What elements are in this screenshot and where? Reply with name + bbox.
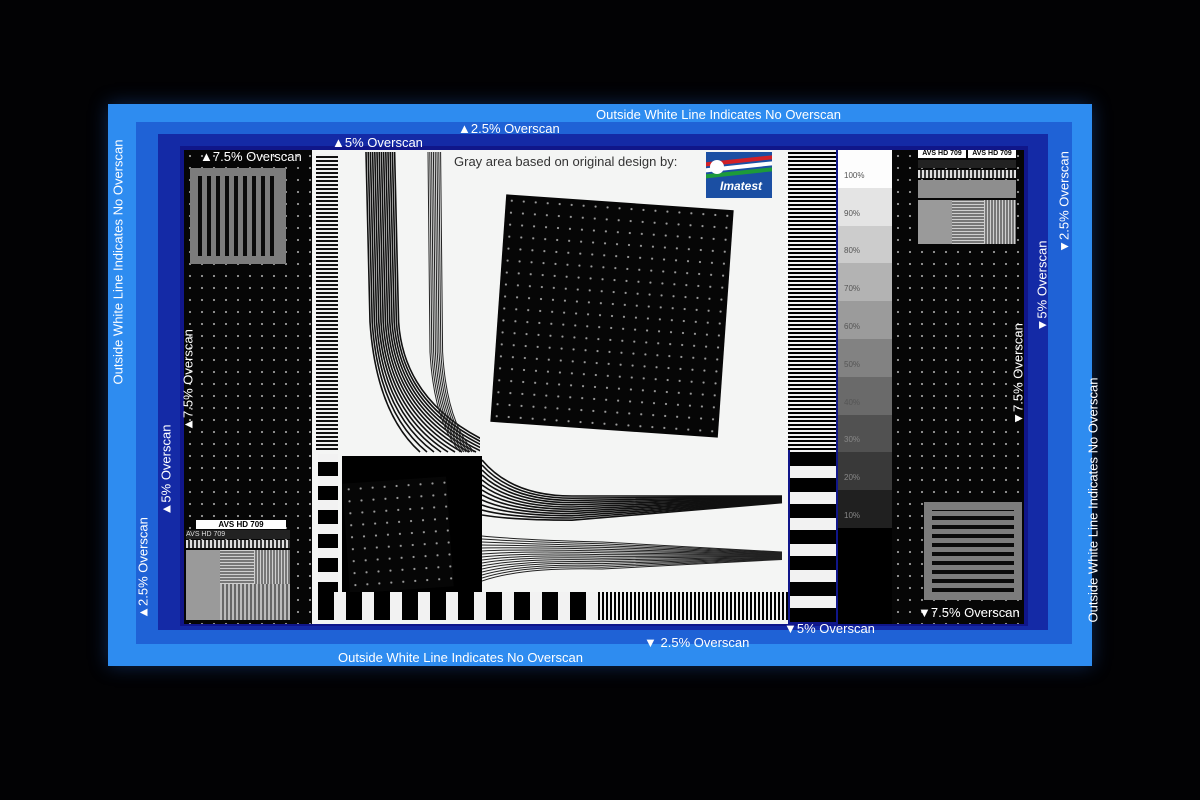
horizontal-fan-pattern: [482, 459, 783, 582]
gray-step: 80%: [838, 225, 892, 265]
gray-step-label: 70%: [844, 284, 861, 294]
overscan-2-5-top: ▲2.5% Overscan: [458, 121, 560, 136]
gray-step-label: 80%: [844, 246, 861, 256]
gray-step-label: 50%: [844, 359, 861, 369]
gray-step: 20%: [838, 452, 892, 492]
left-frequency-strip: [316, 154, 338, 450]
overscan-2-5-right: ▼2.5% Overscan: [1056, 151, 1072, 253]
rotated-dot-square: [490, 194, 734, 438]
fan-line: [482, 459, 782, 497]
no-overscan-label-right: Outside White Line Indicates No Overscan: [1085, 377, 1101, 623]
imatest-logo: Imatest: [706, 152, 772, 198]
avs-tag: AVS HD 709: [196, 520, 286, 529]
gray-step: 30%: [838, 414, 892, 454]
overscan-5-top: ▲5% Overscan: [332, 135, 423, 150]
avs-sharpness-block-right: AVS HD 709 AVS HD 709: [914, 150, 1020, 248]
overscan-5-bottom: ▼5% Overscan: [784, 621, 875, 636]
gray-step: 60%: [838, 301, 892, 340]
right-frequency-strip: [788, 150, 836, 450]
no-overscan-label-bottom: Outside White Line Indicates No Overscan: [338, 650, 583, 665]
avs-tag: AVS HD 709: [918, 150, 966, 158]
fan-line: [482, 464, 783, 500]
gray-step: 100%: [838, 150, 892, 189]
vertical-bar-target: [190, 168, 286, 264]
overscan-5-right: ▼5% Overscan: [1034, 240, 1050, 332]
horizontal-bar-target: [924, 502, 1022, 600]
gray-step: 10%: [838, 490, 892, 529]
gray-step-label: 40%: [844, 397, 861, 407]
overscan-5-left: ▲5% Overscan: [158, 424, 174, 516]
gray-step: 90%: [838, 187, 892, 227]
gray-step-label: 60%: [844, 322, 861, 332]
overscan-7-5-left: ▲7.5% Overscan: [180, 329, 196, 431]
credit-text: Gray area based on original design by:: [454, 154, 678, 169]
gray-step-label: 30%: [844, 435, 861, 445]
gray-step: 70%: [838, 263, 892, 303]
vertical-fan-pattern: [365, 152, 480, 453]
gray-step: 50%: [838, 339, 892, 378]
overscan-7-5-bottom: ▼7.5% Overscan: [918, 605, 1020, 620]
overscan-7-5-right: ▼7.5% Overscan: [1010, 323, 1026, 425]
gray-step-label: 20%: [844, 473, 861, 483]
no-overscan-label-top: Outside White Line Indicates No Overscan: [596, 107, 841, 122]
gray-step-label: 100%: [844, 170, 865, 180]
no-overscan-label-left: Outside White Line Indicates No Overscan: [110, 139, 126, 385]
avs-sharpness-block-left: AVS HD 709 AVS HD 709: [186, 520, 290, 620]
overscan-2-5-bottom: ▼ 2.5% Overscan: [644, 635, 750, 650]
overscan-7-5-top: ▲7.5% Overscan: [200, 149, 302, 164]
gray-step-label: 90%: [844, 208, 861, 218]
overscan-2-5-left: ▲2.5% Overscan: [135, 517, 151, 619]
gray-step: 40%: [838, 376, 892, 416]
gray-step-label: 10%: [844, 511, 861, 521]
